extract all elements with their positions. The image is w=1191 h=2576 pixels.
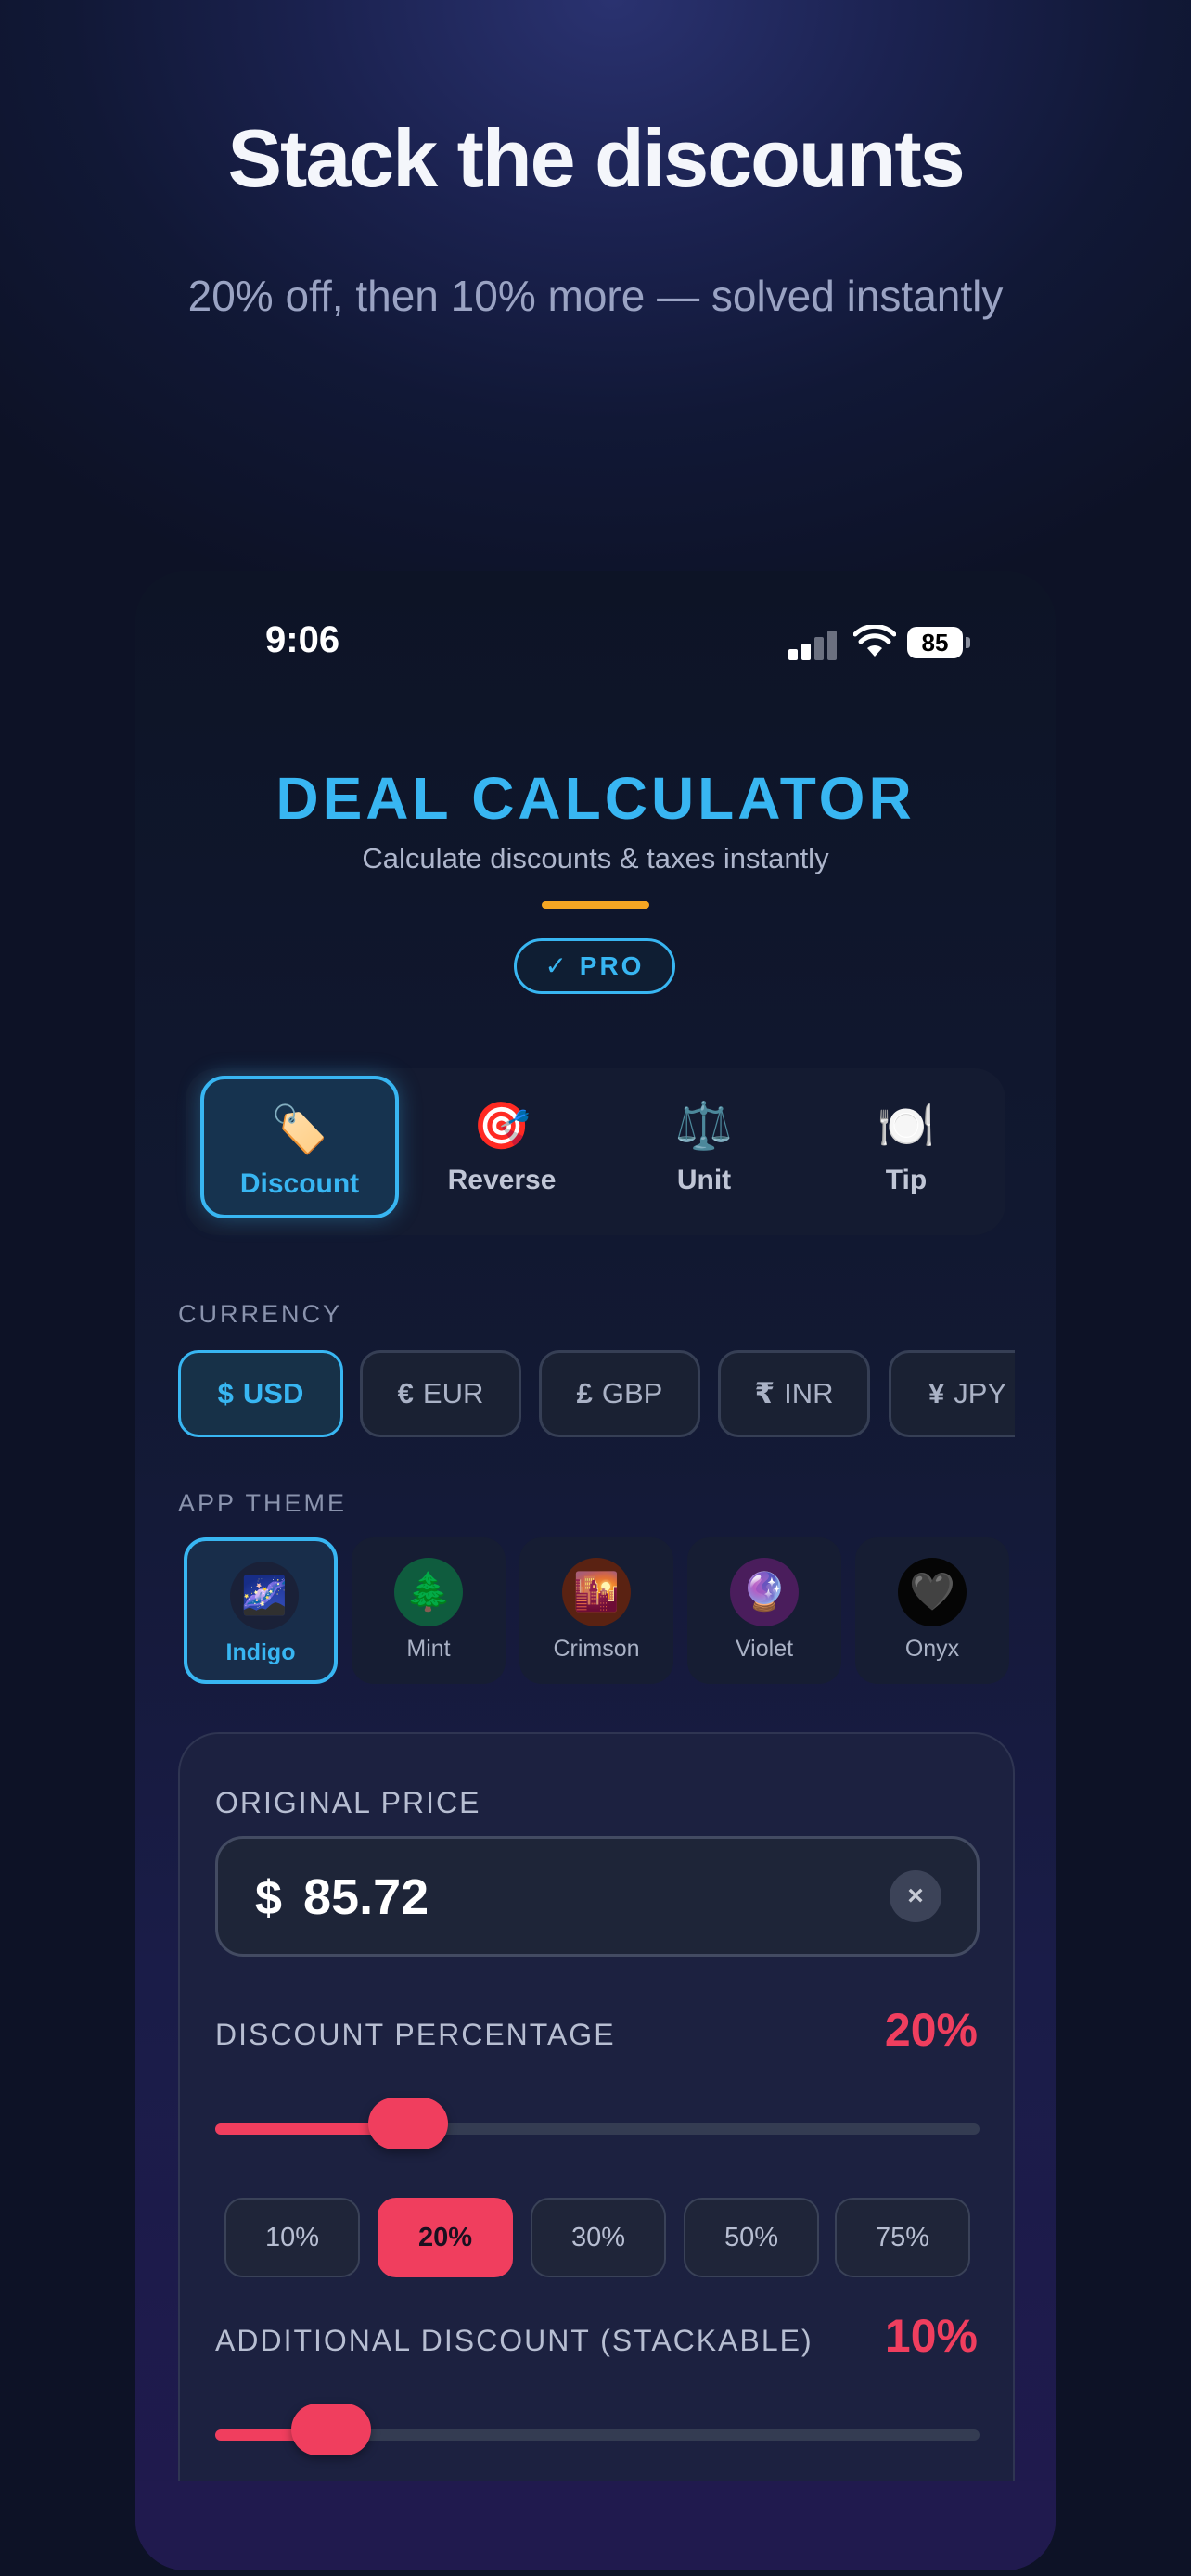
price-tag-icon: 🏷️ — [270, 1103, 329, 1155]
additional-discount-slider[interactable] — [215, 2404, 980, 2455]
theme-label: Mint — [406, 1636, 451, 1662]
sunset-city-icon: 🌇 — [562, 1558, 631, 1626]
currency-code: USD — [242, 1377, 304, 1409]
theme-label: Violet — [735, 1636, 794, 1662]
signal-icon — [788, 631, 840, 660]
galaxy-icon: 🌌 — [230, 1562, 299, 1630]
battery-indicator: 85 — [907, 627, 970, 658]
currency-code: GBP — [601, 1377, 663, 1409]
discount-percentage-label: DISCOUNT PERCENTAGE — [215, 2018, 616, 2051]
currency-symbol: ₹ — [754, 1377, 775, 1409]
theme-label: Crimson — [553, 1636, 640, 1662]
hero-subtitle: 20% off, then 10% more — solved instantl… — [187, 272, 1004, 320]
mode-label: Tip — [885, 1165, 928, 1195]
theme-label: Onyx — [904, 1636, 960, 1662]
currency-chip-usd[interactable]: $ USD — [178, 1350, 343, 1437]
currency-symbol: € — [397, 1377, 414, 1409]
mode-tab-unit[interactable]: ⚖️ Unit — [605, 1076, 803, 1218]
additional-slider-thumb[interactable] — [291, 2404, 372, 2455]
theme-option-indigo[interactable]: 🌌 Indigo — [184, 1537, 338, 1684]
theme-option-onyx[interactable]: 🖤 Onyx — [855, 1537, 1009, 1684]
currency-chip-gbp[interactable]: £ GBP — [539, 1350, 700, 1437]
theme-section-label: APP THEME — [178, 1489, 348, 1517]
theme-selector: 🌌 Indigo 🌲 Mint 🌇 Crimson 🔮 Violet 🖤 Ony… — [184, 1537, 1018, 1684]
hero-title: Stack the discounts — [227, 112, 965, 204]
wifi-icon — [853, 625, 896, 657]
currency-code: JPY — [954, 1377, 1007, 1409]
status-time: 9:06 — [265, 619, 340, 660]
discount-preset-20[interactable]: 20% — [378, 2198, 513, 2277]
mode-tab-tip[interactable]: 🍽️ Tip — [807, 1076, 1005, 1218]
title-divider — [542, 901, 649, 909]
additional-discount-label: ADDITIONAL DISCOUNT (STACKABLE) — [215, 2324, 813, 2357]
mode-tab-discount[interactable]: 🏷️ Discount — [200, 1076, 399, 1218]
discount-preset-75[interactable]: 75% — [835, 2198, 970, 2277]
original-price-input[interactable]: $ 85.72 × — [215, 1836, 980, 1957]
currency-symbol: $ — [217, 1377, 234, 1409]
discount-slider-thumb[interactable] — [367, 2098, 448, 2149]
discount-presets: 10% 20% 30% 50% 75% — [224, 2198, 970, 2277]
discount-percentage-value: 20% — [884, 2004, 978, 2056]
theme-option-violet[interactable]: 🔮 Violet — [687, 1537, 841, 1684]
currency-chip-eur[interactable]: € EUR — [360, 1350, 521, 1437]
theme-option-crimson[interactable]: 🌇 Crimson — [519, 1537, 673, 1684]
currency-code: INR — [784, 1377, 834, 1409]
currency-code: EUR — [422, 1377, 484, 1409]
discount-slider[interactable] — [215, 2098, 980, 2149]
currency-chip-jpy[interactable]: ¥ JPY — [889, 1350, 1015, 1437]
mode-tab-reverse[interactable]: 🎯 Reverse — [403, 1076, 601, 1218]
theme-label: Indigo — [225, 1639, 296, 1665]
discount-preset-50[interactable]: 50% — [684, 2198, 819, 2277]
price-currency-symbol: $ — [255, 1871, 282, 1925]
clear-price-button[interactable]: × — [890, 1870, 941, 1922]
currency-symbol: £ — [576, 1377, 593, 1409]
target-icon: 🎯 — [472, 1100, 531, 1152]
currency-section-label: CURRENCY — [178, 1300, 343, 1328]
currency-chip-inr[interactable]: ₹ INR — [718, 1350, 870, 1437]
discount-preset-30[interactable]: 30% — [531, 2198, 666, 2277]
crystal-ball-icon: 🔮 — [730, 1558, 799, 1626]
app-title: DEAL CALCULATOR — [275, 765, 916, 832]
mode-label: Unit — [676, 1165, 732, 1195]
status-bar: 9:06 85 — [135, 608, 1056, 673]
app-subtitle: Calculate discounts & taxes instantly — [362, 842, 829, 874]
original-price-label: ORIGINAL PRICE — [215, 1786, 481, 1819]
mode-label: Reverse — [447, 1165, 557, 1195]
tree-icon: 🌲 — [394, 1558, 463, 1626]
black-heart-icon: 🖤 — [898, 1558, 967, 1626]
phone-screen: 9:06 85 DEAL CALCULATOR Calculate discou… — [135, 571, 1056, 2570]
calculator-card: ORIGINAL PRICE $ 85.72 × DISCOUNT PERCEN… — [178, 1732, 1015, 2570]
currency-symbol: ¥ — [928, 1377, 945, 1409]
mode-selector: 🏷️ Discount 🎯 Reverse ⚖️ Unit 🍽️ Tip — [186, 1068, 1005, 1235]
currency-selector: $ USD € EUR £ GBP ₹ INR ¥ JPY — [178, 1350, 1015, 1437]
theme-option-mint[interactable]: 🌲 Mint — [352, 1537, 506, 1684]
additional-discount-value: 10% — [884, 2310, 978, 2362]
pro-badge: ✓ PRO — [514, 938, 675, 994]
discount-preset-10[interactable]: 10% — [224, 2198, 360, 2277]
mode-label: Discount — [239, 1168, 360, 1199]
plate-icon: 🍽️ — [877, 1100, 936, 1152]
scales-icon: ⚖️ — [674, 1100, 734, 1152]
bottom-fade — [135, 2481, 1056, 2570]
price-value: 85.72 — [303, 1869, 429, 1925]
